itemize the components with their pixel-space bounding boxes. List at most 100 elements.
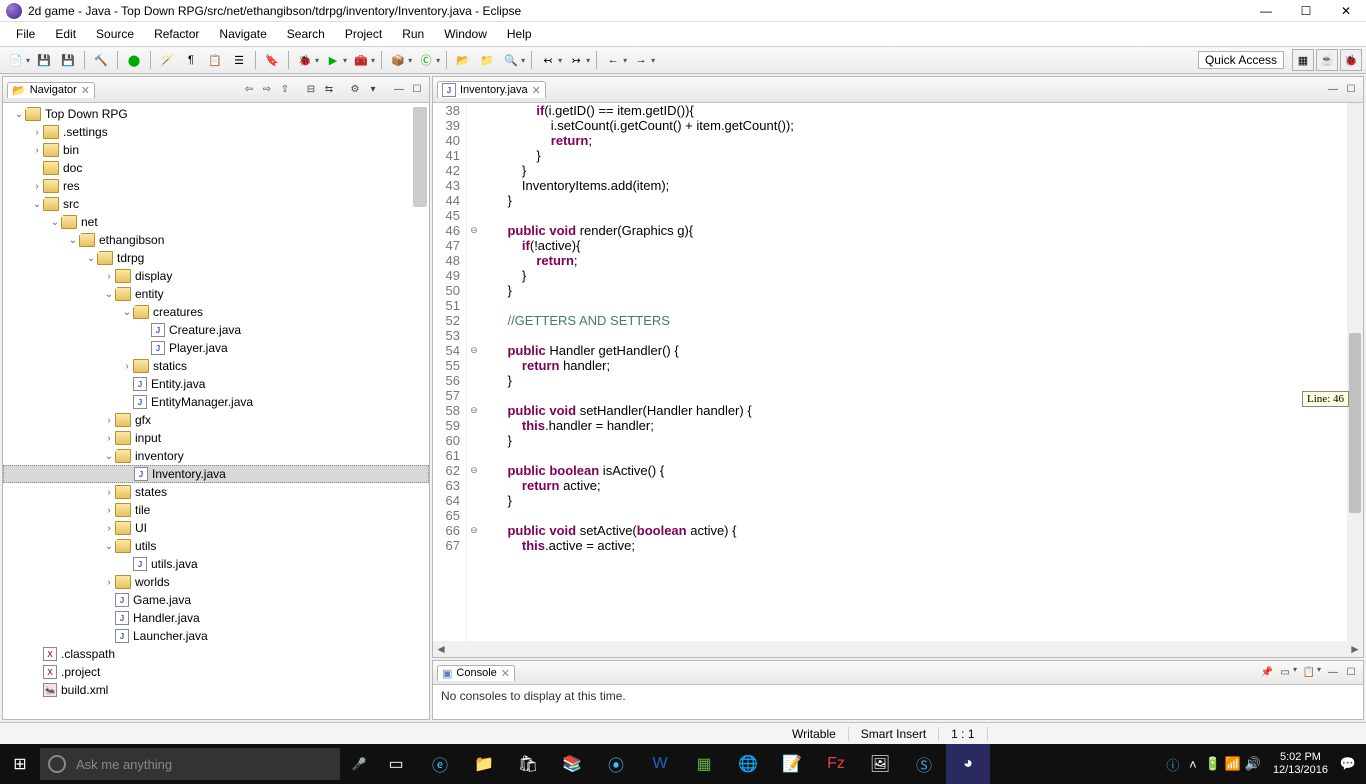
tree-node-bin[interactable]: ›bin [3,141,429,159]
tree-node-entity-java[interactable]: JEntity.java [3,375,429,393]
new-class-button[interactable]: Ⓒ [416,50,436,70]
link-editor-button[interactable]: ⇆ [321,82,337,98]
word-icon[interactable]: W [638,744,682,784]
external-tools-button[interactable]: 🧰 [351,50,371,70]
editor-horizontal-scrollbar[interactable]: ◄ ► [433,641,1363,657]
chrome-icon[interactable]: 🌐 [726,744,770,784]
code-editor[interactable]: 3839404142434445464748495051525354555657… [433,103,1363,641]
maximize-console-button[interactable]: ☐ [1343,665,1359,681]
collapse-icon[interactable]: ⌄ [67,235,79,246]
expand-icon[interactable]: › [103,433,115,444]
fold-marker[interactable]: ⊖ [467,223,481,238]
minimize-view-button[interactable]: — [391,82,407,98]
tree-node--settings[interactable]: ›.settings [3,123,429,141]
menu-search[interactable]: Search [277,25,335,43]
expand-icon[interactable]: › [31,145,43,156]
tree-node-states[interactable]: ›states [3,483,429,501]
editor-vertical-scrollbar[interactable] [1347,103,1363,641]
menu-help[interactable]: Help [497,25,542,43]
scrollbar-thumb[interactable] [1349,333,1361,513]
filezilla-icon[interactable]: Fz [814,744,858,784]
filter-button[interactable]: ⚙ [347,82,363,98]
winrar-icon[interactable]: 📚 [550,744,594,784]
fold-marker[interactable]: ⊖ [467,463,481,478]
save-button[interactable]: 💾 [34,50,54,70]
minimize-button[interactable]: — [1246,0,1286,22]
expand-icon[interactable]: › [103,577,115,588]
build-button[interactable]: 🔨 [91,50,111,70]
tree-node-game-java[interactable]: JGame.java [3,591,429,609]
open-task-button[interactable]: 📁 [477,50,497,70]
close-icon[interactable]: ✕ [81,84,90,97]
store-icon[interactable]: 🛍 [506,744,550,784]
tray-up-icon[interactable]: ˄ [1183,757,1203,772]
menu-source[interactable]: Source [86,25,144,43]
tree-node-utils[interactable]: ⌄utils [3,537,429,555]
maximize-editor-button[interactable]: ☐ [1343,82,1359,98]
taskbar-clock[interactable]: 5:02 PM 12/13/2016 [1263,751,1338,777]
tree-node-top-down-rpg[interactable]: ⌄Top Down RPG [3,105,429,123]
next-annotation-button[interactable]: ↣ [566,50,586,70]
menu-window[interactable]: Window [434,25,497,43]
mic-icon[interactable]: 🎤 [344,757,374,771]
eclipse-taskbar-icon[interactable]: ◕ [946,744,990,784]
wifi-icon[interactable]: 📶 [1223,756,1243,772]
nav-forward-button[interactable]: ⇨ [259,82,275,98]
menu-navigate[interactable]: Navigate [209,25,276,43]
menu-run[interactable]: Run [392,25,434,43]
forward-button[interactable]: → [631,50,651,70]
java-perspective-button[interactable]: ☕ [1316,49,1338,71]
expand-icon[interactable]: › [31,127,43,138]
maximize-button[interactable]: ☐ [1286,0,1326,22]
collapse-icon[interactable]: ⌄ [13,109,25,120]
nav-back-button[interactable]: ⇦ [241,82,257,98]
maximize-view-button[interactable]: ☐ [409,82,425,98]
close-icon[interactable]: ✕ [501,667,510,680]
search-button[interactable]: 🔍 [501,50,521,70]
expand-icon[interactable]: › [121,361,133,372]
tree-node-inventory[interactable]: ⌄inventory [3,447,429,465]
tree-node-handler-java[interactable]: JHandler.java [3,609,429,627]
expand-icon[interactable]: › [103,415,115,426]
notifications-icon[interactable]: 💬 [1338,756,1358,772]
quick-access-input[interactable]: Quick Access [1198,51,1284,69]
skype-icon[interactable]: Ⓢ [902,744,946,784]
tree-node-src[interactable]: ⌄src [3,195,429,213]
collapse-icon[interactable]: ⌄ [103,289,115,300]
close-button[interactable]: ✕ [1326,0,1366,22]
tree-node-player-java[interactable]: JPlayer.java [3,339,429,357]
minimize-console-button[interactable]: — [1325,665,1341,681]
tree-node-input[interactable]: ›input [3,429,429,447]
editor-tab-inventory[interactable]: J Inventory.java ✕ [437,81,546,98]
tree-node-creature-java[interactable]: JCreature.java [3,321,429,339]
cortana-search[interactable]: Ask me anything [40,748,340,780]
tree-node-utils-java[interactable]: Jutils.java [3,555,429,573]
tree-node-res[interactable]: ›res [3,177,429,195]
fold-marker[interactable]: ⊖ [467,343,481,358]
format-button[interactable]: 📋 [205,50,225,70]
tree-node--project[interactable]: X.project [3,663,429,681]
collapse-icon[interactable]: ⌄ [121,307,133,318]
tree-node-doc[interactable]: doc [3,159,429,177]
start-button[interactable]: ⊞ [0,754,40,774]
collapse-all-button[interactable]: ⊟ [303,82,319,98]
new-package-button[interactable]: 📦 [388,50,408,70]
tree-node-display[interactable]: ›display [3,267,429,285]
debug-perspective-button[interactable]: 🐞 [1340,49,1362,71]
help-tray-icon[interactable]: ⓘ [1163,755,1183,774]
show-whitespace-button[interactable]: ¶ [181,50,201,70]
tree-node-tdrpg[interactable]: ⌄tdrpg [3,249,429,267]
minecraft-icon[interactable]: ▦ [682,744,726,784]
tree-node-build-xml[interactable]: 🐜build.xml [3,681,429,699]
debug-button[interactable]: 🐞 [295,50,315,70]
run-button[interactable]: ▶ [323,50,343,70]
tree-node-statics[interactable]: ›statics [3,357,429,375]
tree-node-entitymanager-java[interactable]: JEntityManager.java [3,393,429,411]
collapse-icon[interactable]: ⌄ [103,541,115,552]
scroll-right-button[interactable]: ► [1347,642,1363,656]
tree-node-gfx[interactable]: ›gfx [3,411,429,429]
tree-node-entity[interactable]: ⌄entity [3,285,429,303]
tree-node-tile[interactable]: ›tile [3,501,429,519]
close-icon[interactable]: ✕ [532,84,541,97]
debug-breakpoint-button[interactable]: ⬤ [124,50,144,70]
